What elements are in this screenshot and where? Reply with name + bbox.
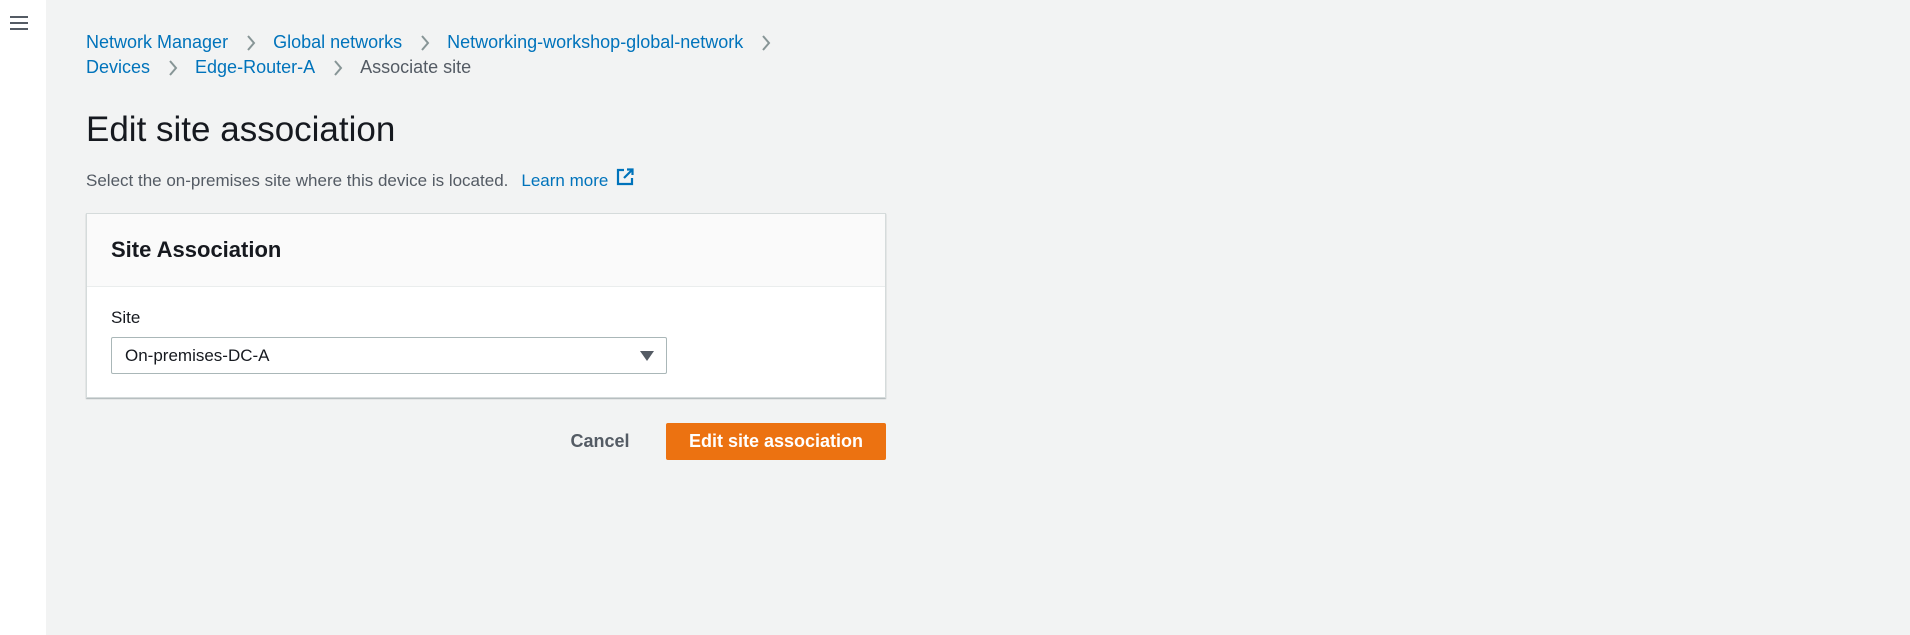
learn-more-label: Learn more [521,170,609,190]
hamburger-menu-icon[interactable] [10,12,32,34]
breadcrumb-row-1: Network Manager Global networks Networki… [86,30,886,55]
breadcrumb-global-networks[interactable]: Global networks [273,30,402,55]
site-select[interactable]: On-premises-DC-A [111,337,667,374]
panel-title: Site Association [111,237,282,262]
cancel-button[interactable]: Cancel [556,422,644,460]
site-label: Site [111,308,141,327]
panel-header: Site Association [87,214,885,287]
page: Network Manager Global networks Networki… [0,0,1910,635]
breadcrumb-row-2: Devices Edge-Router-A Associate site [86,55,886,80]
page-title: Edit site association [86,110,396,149]
chevron-right-icon [743,30,788,55]
breadcrumb: Network Manager Global networks Networki… [86,30,886,80]
chevron-right-icon [228,30,273,55]
edit-site-association-button[interactable]: Edit site association [666,423,886,460]
site-association-panel: Site Association Site On-premises-DC-A [86,213,886,398]
caret-down-icon [640,350,654,361]
page-description: Select the on-premises site where this d… [86,168,634,193]
description-text: Select the on-premises site where this d… [86,170,509,190]
chevron-right-icon [402,30,447,55]
breadcrumb-devices[interactable]: Devices [86,55,150,80]
chevron-right-icon [315,55,360,80]
panel-body: Site On-premises-DC-A [87,287,885,394]
breadcrumb-edge-router[interactable]: Edge-Router-A [195,55,315,80]
side-navigation-rail [0,0,46,635]
learn-more-link[interactable]: Learn more [521,168,634,193]
breadcrumb-current: Associate site [360,57,472,77]
chevron-right-icon [150,55,195,80]
breadcrumb-global-network[interactable]: Networking-workshop-global-network [447,30,743,55]
site-select-value: On-premises-DC-A [125,345,270,365]
breadcrumb-network-manager[interactable]: Network Manager [86,30,228,55]
external-link-icon [616,168,634,193]
